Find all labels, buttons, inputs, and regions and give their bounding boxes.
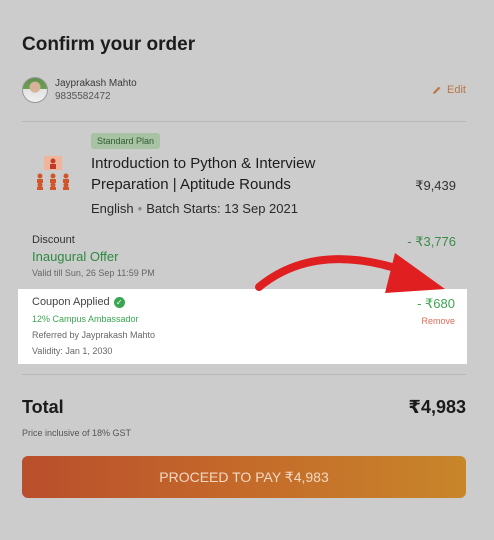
divider (22, 121, 466, 122)
check-circle-icon: ✓ (113, 296, 125, 308)
annotation-arrow (255, 253, 445, 293)
classroom-icon (37, 156, 69, 190)
batch-start: Batch Starts: 13 Sep 2021 (146, 201, 298, 216)
course-title: Introduction to Python & Interview Prepa… (91, 155, 316, 193)
coupon-validity: Validity: Jan 1, 2030 (32, 346, 113, 356)
avatar (22, 77, 48, 103)
proceed-to-pay-button[interactable]: PROCEED TO PAY ₹4,983 (22, 456, 466, 498)
discount-amount: - ₹3,776 (407, 234, 456, 249)
offer-valid-till: Valid till Sun, 26 Sep 11:59 PM (32, 268, 155, 278)
coupon-referred-by: Referred by Jayprakash Mahto (32, 330, 156, 340)
pencil-icon (433, 86, 441, 94)
total-amount: ₹4,983 (408, 397, 466, 417)
gst-note: Price inclusive of 18% GST (22, 428, 132, 438)
edit-label: Edit (447, 84, 466, 96)
coupon-title: Coupon Applied ✓ (32, 296, 125, 308)
user-info: Jayprakash Mahto 9835582472 Edit (22, 76, 466, 106)
remove-coupon-button[interactable]: Remove (421, 316, 455, 326)
discount-label: Discount (32, 234, 75, 246)
coupon-code: 12% Campus Ambassador (32, 314, 139, 324)
edit-button[interactable]: Edit (432, 84, 466, 96)
user-phone: 9835582472 (55, 91, 111, 102)
coupon-title-label: Coupon Applied (32, 296, 110, 308)
course-meta: English • Batch Starts: 13 Sep 2021 (91, 201, 298, 216)
plan-badge: Standard Plan (91, 133, 161, 149)
course-price: ₹9,439 (415, 178, 456, 193)
total-label: Total (22, 397, 64, 417)
page-title: Confirm your order (22, 34, 196, 55)
user-name: Jayprakash Mahto (55, 78, 137, 89)
course-language: English (91, 201, 134, 216)
offer-name: Inaugural Offer (32, 249, 119, 264)
separator-dot: • (137, 201, 143, 216)
divider (22, 374, 466, 375)
